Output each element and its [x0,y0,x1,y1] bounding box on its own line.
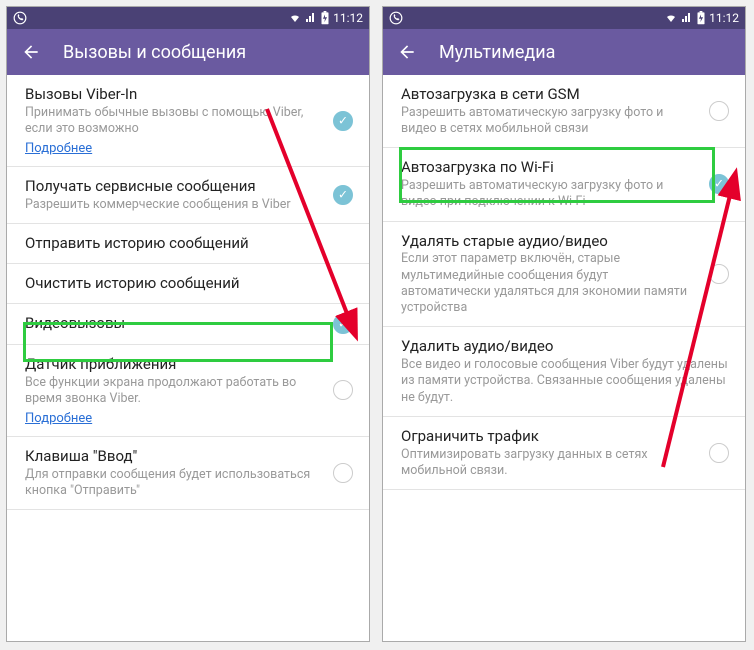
row-send-history[interactable]: Отправить историю сообщений [7,224,369,264]
row-desc: Все функции экрана продолжают работать в… [25,375,323,408]
row-service-msgs[interactable]: Получать сервисные сообщения Разрешить к… [7,167,369,224]
row-title: Удалить аудио/видео [401,337,729,356]
row-title: Видеовызовы [25,314,323,333]
viber-icon [389,11,403,25]
row-desc: Оптимизировать загрузку данных в сетях м… [401,447,699,480]
row-clear-history[interactable]: Очистить историю сообщений [7,264,369,304]
more-link[interactable]: Подробнее [25,141,92,156]
settings-list: Автозагрузка в сети GSM Разрешить автома… [383,75,745,490]
row-title: Ограничить трафик [401,427,699,446]
battery-icon [696,11,706,25]
wifi-icon [288,12,302,24]
settings-list: Вызовы Viber-In Принимать обычные вызовы… [7,75,369,510]
row-title: Автозагрузка по Wi-Fi [401,158,699,177]
row-title: Вызовы Viber-In [25,85,323,104]
row-autoload-wifi[interactable]: Автозагрузка по Wi-Fi Разрешить автомати… [383,148,745,221]
row-autoload-gsm[interactable]: Автозагрузка в сети GSM Разрешить автома… [383,75,745,148]
signal-icon [305,12,317,24]
row-proximity[interactable]: Датчик приближения Все функции экрана пр… [7,345,369,437]
status-bar: 11:12 [7,7,369,29]
viber-icon [13,11,27,25]
row-video-calls[interactable]: Видеовызовы [7,304,369,345]
clock-text: 11:12 [709,11,739,25]
row-desc: Для отправки сообщения будет использоват… [25,467,323,500]
toggle[interactable] [709,443,729,463]
phone-right: 11:12 Мультимедиа Автозагрузка в сети GS… [382,6,746,642]
row-limit-traffic[interactable]: Ограничить трафик Оптимизировать загрузк… [383,417,745,490]
row-desc: Все видео и голосовые сообщения Viber бу… [401,357,729,406]
phone-left: 11:12 Вызовы и сообщения Вызовы Viber-In… [6,6,370,642]
row-title: Получать сервисные сообщения [25,177,323,196]
appbar-title: Вызовы и сообщения [63,42,246,63]
row-delete-media[interactable]: Удалить аудио/видео Все видео и голосовы… [383,327,745,417]
toggle[interactable] [333,380,353,400]
more-link[interactable]: Подробнее [25,411,92,426]
appbar-title: Мультимедиа [439,42,555,63]
row-title: Отправить историю сообщений [25,234,353,253]
toggle[interactable] [333,463,353,483]
row-enter-key[interactable]: Клавиша "Ввод" Для отправки сообщения бу… [7,437,369,510]
back-icon[interactable] [397,42,417,62]
app-bar: Мультимедиа [383,29,745,75]
clock-text: 11:12 [333,11,363,25]
row-title: Датчик приближения [25,355,323,374]
toggle[interactable] [333,314,353,334]
row-desc: Разрешить коммерческие сообщения в Viber [25,197,323,213]
app-bar: Вызовы и сообщения [7,29,369,75]
row-desc: Разрешить автоматическую загрузку фото и… [401,105,699,138]
toggle[interactable] [709,174,729,194]
toggle[interactable] [709,264,729,284]
status-bar: 11:12 [383,7,745,29]
row-title: Автозагрузка в сети GSM [401,85,699,104]
row-title: Клавиша "Ввод" [25,447,323,466]
row-delete-old[interactable]: Удалять старые аудио/видео Если этот пар… [383,222,745,328]
wifi-icon [664,12,678,24]
toggle[interactable] [333,111,353,131]
row-desc: Принимать обычные вызовы с помощью Viber… [25,105,323,138]
row-title: Очистить историю сообщений [25,274,353,293]
row-viber-in[interactable]: Вызовы Viber-In Принимать обычные вызовы… [7,75,369,167]
signal-icon [681,12,693,24]
row-title: Удалять старые аудио/видео [401,232,699,251]
row-desc: Разрешить автоматическую загрузку фото и… [401,178,699,211]
back-icon[interactable] [21,42,41,62]
row-desc: Если этот параметр включён, старые мульт… [401,251,699,316]
toggle[interactable] [709,101,729,121]
toggle[interactable] [333,185,353,205]
battery-icon [320,11,330,25]
